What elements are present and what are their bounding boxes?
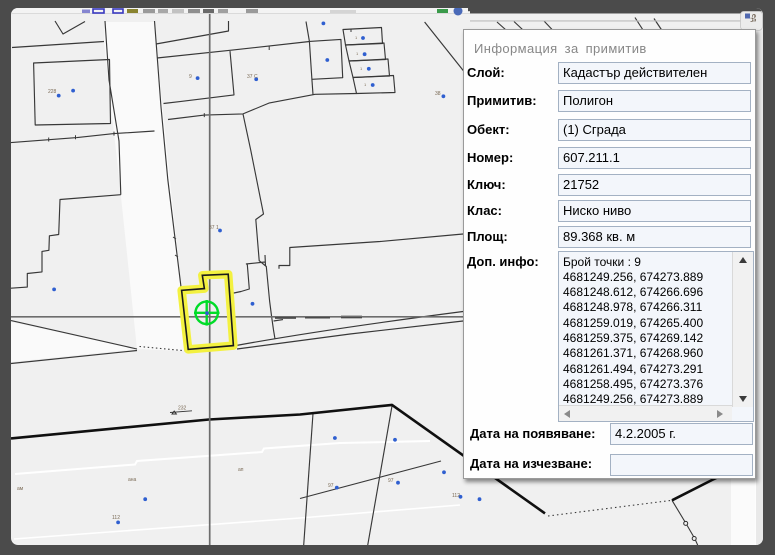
svg-text:ап: ап — [238, 467, 244, 473]
svg-text:38: 38 — [435, 91, 441, 97]
svg-text:97: 97 — [388, 478, 394, 484]
svg-text:232: 232 — [178, 406, 187, 412]
svg-text:112: 112 — [452, 493, 460, 499]
svg-text:228: 228 — [48, 89, 57, 95]
svg-text:ана: ана — [128, 477, 137, 483]
svg-text:9: 9 — [189, 74, 192, 80]
svg-text:112: 112 — [112, 515, 120, 521]
svg-text:ам: ам — [17, 486, 24, 492]
svg-text:37 C: 37 C — [247, 74, 258, 80]
svg-text:ед: ед — [750, 14, 757, 22]
svg-text:97: 97 — [328, 483, 334, 489]
svg-text:37 1: 37 1 — [209, 225, 219, 231]
